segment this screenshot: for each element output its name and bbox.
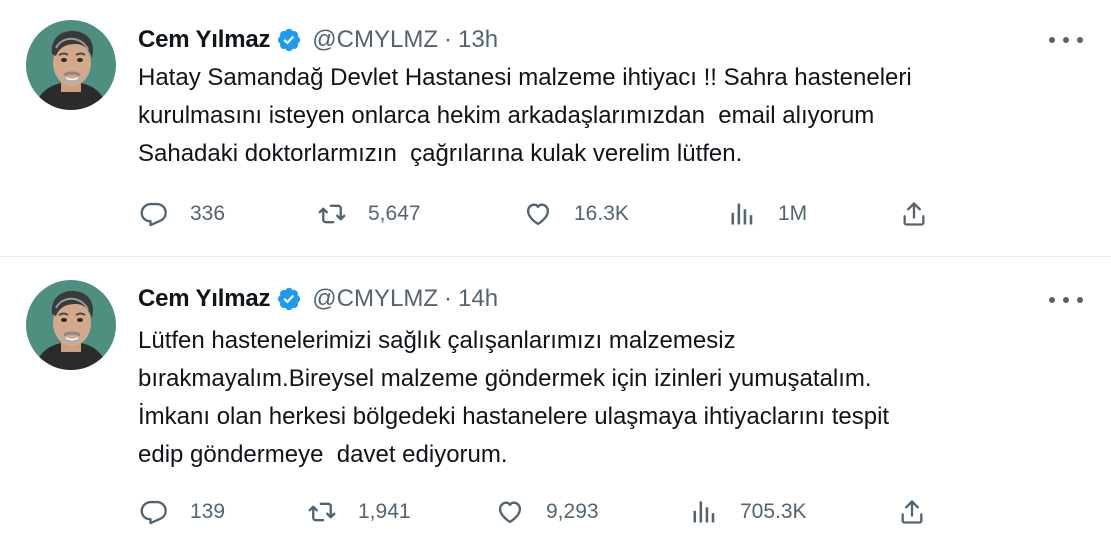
reply-icon: [140, 200, 168, 228]
tweet-card[interactable]: Cem Yılmaz @CMYLMZ · 14h Lütfen hastenel…: [0, 258, 1111, 542]
share-icon: [900, 200, 928, 228]
reply-count: 139: [190, 500, 226, 523]
like-button[interactable]: 16.3K: [524, 196, 629, 232]
like-count: 9,293: [546, 500, 599, 523]
avatar-image: [26, 20, 116, 110]
retweet-button[interactable]: 5,647: [318, 196, 421, 232]
verified-badge-icon: [276, 286, 302, 312]
retweet-count: 5,647: [368, 202, 421, 225]
tweet-timestamp[interactable]: 14h: [458, 285, 498, 313]
like-icon: [524, 200, 552, 228]
tweet-header: Cem Yılmaz @CMYLMZ · 14h: [138, 281, 498, 317]
share-button[interactable]: [898, 494, 926, 530]
more-icon[interactable]: [1046, 290, 1086, 310]
like-icon: [496, 498, 524, 526]
separator: ·: [444, 285, 452, 312]
retweet-count: 1,941: [358, 500, 411, 523]
views-button[interactable]: 1M: [728, 196, 807, 232]
author-name[interactable]: Cem Yılmaz: [138, 285, 270, 313]
avatar-image: [26, 280, 116, 370]
views-button[interactable]: 705.3K: [690, 494, 807, 530]
tweet-timestamp[interactable]: 13h: [458, 26, 498, 54]
reply-icon: [140, 498, 168, 526]
avatar[interactable]: [26, 280, 116, 370]
views-count: 705.3K: [740, 500, 807, 523]
tweet-header: Cem Yılmaz @CMYLMZ · 13h: [138, 22, 498, 58]
tweet-actions: 336 5,647 16.3K 1M: [0, 196, 1111, 232]
tweet-text: Hatay Samandağ Devlet Hastanesi malzeme …: [138, 64, 912, 167]
views-icon: [728, 200, 756, 228]
like-button[interactable]: 9,293: [496, 494, 599, 530]
separator: ·: [444, 26, 452, 53]
views-count: 1M: [778, 202, 808, 225]
author-handle[interactable]: @CMYLMZ: [312, 26, 438, 54]
verified-badge-icon: [276, 27, 302, 53]
retweet-icon: [318, 200, 346, 228]
retweet-button[interactable]: 1,941: [308, 494, 411, 530]
reply-button[interactable]: 139: [140, 494, 225, 530]
tweet-card[interactable]: Cem Yılmaz @CMYLMZ · 13h Hatay Samandağ …: [0, 0, 1111, 257]
like-count: 16.3K: [574, 202, 629, 225]
author-name[interactable]: Cem Yılmaz: [138, 26, 270, 54]
share-button[interactable]: [900, 196, 928, 232]
author-handle[interactable]: @CMYLMZ: [312, 285, 438, 313]
tweet-text: Lütfen hastenelerimizi sağlık çalışanlar…: [138, 327, 890, 468]
avatar[interactable]: [26, 20, 116, 110]
reply-count: 336: [190, 202, 226, 225]
more-icon[interactable]: [1046, 30, 1086, 50]
retweet-icon: [308, 498, 336, 526]
views-icon: [690, 498, 718, 526]
share-icon: [898, 498, 926, 526]
tweet-actions: 139 1,941 9,293 705.3K: [0, 494, 1111, 530]
reply-button[interactable]: 336: [140, 196, 225, 232]
